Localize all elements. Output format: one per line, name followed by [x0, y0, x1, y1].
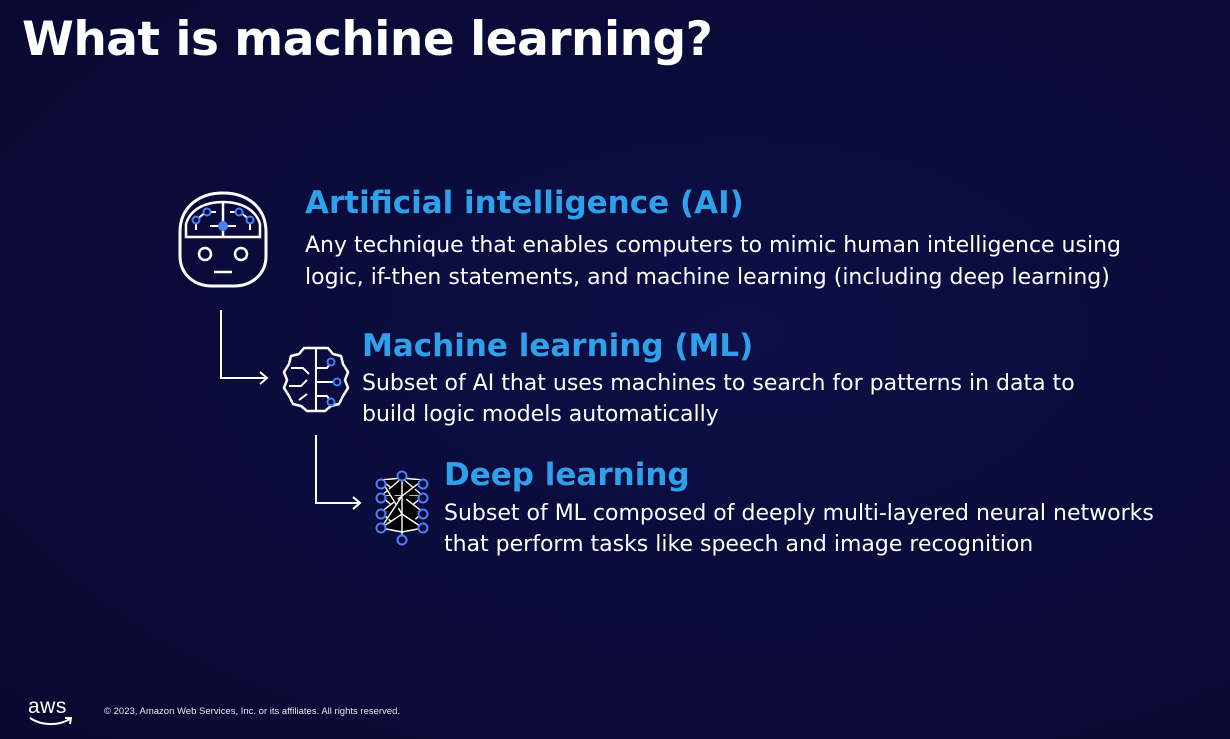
ml-heading: Machine learning (ML) [362, 328, 754, 364]
aws-logo: aws [28, 696, 74, 727]
ai-description-line-2: logic, if-then statements, and machine l… [305, 265, 1110, 290]
dl-description-line-2: that perform tasks like speech and image… [444, 532, 1034, 557]
ai-heading: Artificial intelligence (AI) [305, 185, 744, 221]
slide-title: What is machine learning? [22, 12, 713, 67]
aws-logo-text: aws [28, 695, 67, 718]
ml-description-line-2: build logic models automatically [362, 402, 719, 427]
ai-description-line-1: Any technique that enables computers to … [305, 233, 1121, 258]
dl-heading: Deep learning [444, 457, 690, 493]
ai-head-icon [176, 190, 270, 290]
ml-to-dl-connector-arrow [309, 433, 369, 517]
brain-circuit-icon [281, 344, 351, 414]
neural-network-icon [372, 470, 432, 546]
dl-description-line-1: Subset of ML composed of deeply multi-la… [444, 501, 1154, 526]
ml-description-line-1: Subset of AI that uses machines to searc… [362, 371, 1075, 396]
slide: What is machine learning? Artificial int… [0, 0, 1230, 739]
ai-to-ml-connector-arrow [214, 308, 274, 392]
copyright-text: © 2023, Amazon Web Services, Inc. or its… [104, 706, 401, 717]
